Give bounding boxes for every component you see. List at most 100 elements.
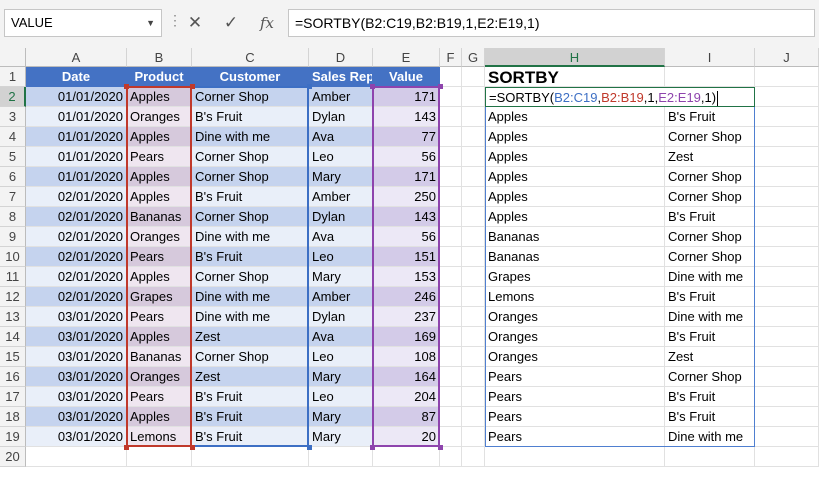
table-cell-product[interactable]: Apples bbox=[127, 167, 192, 187]
table-cell-date[interactable]: 02/01/2020 bbox=[26, 247, 127, 267]
empty-cell[interactable] bbox=[462, 307, 485, 327]
empty-cell[interactable] bbox=[26, 447, 127, 467]
table-cell-customer[interactable]: B's Fruit bbox=[192, 427, 309, 447]
empty-cell[interactable] bbox=[462, 127, 485, 147]
table-cell-date[interactable]: 01/01/2020 bbox=[26, 147, 127, 167]
table-cell-product[interactable]: Oranges bbox=[127, 227, 192, 247]
row-header-7[interactable]: 7 bbox=[0, 187, 26, 207]
range-resize-handle[interactable] bbox=[124, 445, 129, 450]
empty-cell[interactable] bbox=[440, 447, 462, 467]
table-cell-date[interactable]: 01/01/2020 bbox=[26, 127, 127, 147]
result-product-cell[interactable]: Apples bbox=[485, 147, 665, 167]
empty-cell[interactable] bbox=[462, 347, 485, 367]
table-cell-sales-rep[interactable]: Mary bbox=[309, 427, 373, 447]
empty-cell[interactable] bbox=[462, 227, 485, 247]
empty-cell[interactable] bbox=[462, 147, 485, 167]
empty-cell[interactable] bbox=[127, 447, 192, 467]
table-cell-product[interactable]: Pears bbox=[127, 387, 192, 407]
column-header-a[interactable]: A bbox=[26, 48, 127, 67]
result-product-cell[interactable]: Apples bbox=[485, 207, 665, 227]
row-header-20[interactable]: 20 bbox=[0, 447, 26, 467]
empty-cell[interactable] bbox=[192, 447, 309, 467]
table-cell-customer[interactable]: Corner Shop bbox=[192, 87, 309, 107]
empty-cell[interactable] bbox=[440, 267, 462, 287]
select-all-corner[interactable] bbox=[0, 48, 26, 67]
empty-cell[interactable] bbox=[462, 267, 485, 287]
result-product-cell[interactable]: Oranges bbox=[485, 327, 665, 347]
sortby-title[interactable]: SORTBY bbox=[485, 67, 665, 87]
empty-cell[interactable] bbox=[440, 167, 462, 187]
empty-cell[interactable] bbox=[755, 267, 819, 287]
active-formula-cell[interactable]: =SORTBY(B2:C19,B2:B19,1,E2:E19,1) bbox=[485, 87, 755, 107]
cancel-button[interactable]: ✕ bbox=[178, 9, 212, 37]
row-header-1[interactable]: 1 bbox=[0, 67, 26, 87]
table-cell-product[interactable]: Apples bbox=[127, 407, 192, 427]
row-header-9[interactable]: 9 bbox=[0, 227, 26, 247]
empty-cell[interactable] bbox=[462, 87, 485, 107]
result-customer-cell[interactable]: B's Fruit bbox=[665, 287, 755, 307]
empty-cell[interactable] bbox=[462, 407, 485, 427]
empty-cell[interactable] bbox=[440, 427, 462, 447]
range-resize-handle[interactable] bbox=[190, 84, 195, 89]
empty-cell[interactable] bbox=[755, 327, 819, 347]
column-header-h[interactable]: H bbox=[485, 48, 665, 67]
result-customer-cell[interactable]: B's Fruit bbox=[665, 107, 755, 127]
column-header-g[interactable]: G bbox=[462, 48, 485, 67]
empty-cell[interactable] bbox=[462, 247, 485, 267]
table-cell-sales-rep[interactable]: Leo bbox=[309, 147, 373, 167]
empty-cell[interactable] bbox=[665, 67, 755, 87]
range-resize-handle[interactable] bbox=[438, 84, 443, 89]
empty-cell[interactable] bbox=[440, 127, 462, 147]
empty-cell[interactable] bbox=[440, 407, 462, 427]
result-customer-cell[interactable]: Zest bbox=[665, 347, 755, 367]
result-customer-cell[interactable]: Dine with me bbox=[665, 307, 755, 327]
result-customer-cell[interactable]: B's Fruit bbox=[665, 407, 755, 427]
table-header-sales-rep[interactable]: Sales Rep bbox=[309, 67, 373, 87]
table-cell-sales-rep[interactable]: Mary bbox=[309, 407, 373, 427]
table-cell-sales-rep[interactable]: Ava bbox=[309, 327, 373, 347]
table-cell-customer[interactable]: Corner Shop bbox=[192, 347, 309, 367]
enter-button[interactable]: ✓ bbox=[214, 9, 248, 37]
empty-cell[interactable] bbox=[440, 107, 462, 127]
row-header-15[interactable]: 15 bbox=[0, 347, 26, 367]
result-product-cell[interactable]: Apples bbox=[485, 167, 665, 187]
empty-cell[interactable] bbox=[462, 107, 485, 127]
table-cell-value[interactable]: 171 bbox=[373, 87, 440, 107]
empty-cell[interactable] bbox=[440, 287, 462, 307]
table-cell-date[interactable]: 02/01/2020 bbox=[26, 267, 127, 287]
table-cell-date[interactable]: 03/01/2020 bbox=[26, 367, 127, 387]
table-cell-customer[interactable]: Dine with me bbox=[192, 227, 309, 247]
row-header-18[interactable]: 18 bbox=[0, 407, 26, 427]
result-customer-cell[interactable]: B's Fruit bbox=[665, 387, 755, 407]
empty-cell[interactable] bbox=[440, 367, 462, 387]
table-cell-date[interactable]: 02/01/2020 bbox=[26, 227, 127, 247]
table-cell-date[interactable]: 02/01/2020 bbox=[26, 187, 127, 207]
table-cell-sales-rep[interactable]: Dylan bbox=[309, 207, 373, 227]
column-header-b[interactable]: B bbox=[127, 48, 192, 67]
table-cell-product[interactable]: Pears bbox=[127, 247, 192, 267]
empty-cell[interactable] bbox=[755, 247, 819, 267]
table-cell-product[interactable]: Grapes bbox=[127, 287, 192, 307]
table-cell-product[interactable]: Lemons bbox=[127, 427, 192, 447]
table-cell-customer[interactable]: B's Fruit bbox=[192, 247, 309, 267]
table-cell-date[interactable]: 03/01/2020 bbox=[26, 387, 127, 407]
column-header-i[interactable]: I bbox=[665, 48, 755, 67]
table-cell-sales-rep[interactable]: Ava bbox=[309, 227, 373, 247]
column-header-j[interactable]: J bbox=[755, 48, 819, 67]
table-cell-product[interactable]: Apples bbox=[127, 267, 192, 287]
table-cell-sales-rep[interactable]: Leo bbox=[309, 347, 373, 367]
table-cell-date[interactable]: 03/01/2020 bbox=[26, 427, 127, 447]
empty-cell[interactable] bbox=[755, 287, 819, 307]
table-cell-sales-rep[interactable]: Mary bbox=[309, 367, 373, 387]
table-cell-value[interactable]: 246 bbox=[373, 287, 440, 307]
result-product-cell[interactable]: Apples bbox=[485, 127, 665, 147]
empty-cell[interactable] bbox=[440, 67, 462, 87]
table-cell-customer[interactable]: Corner Shop bbox=[192, 207, 309, 227]
table-header-customer[interactable]: Customer bbox=[192, 67, 309, 87]
result-product-cell[interactable]: Oranges bbox=[485, 307, 665, 327]
table-cell-value[interactable]: 151 bbox=[373, 247, 440, 267]
table-cell-customer[interactable]: Corner Shop bbox=[192, 147, 309, 167]
empty-cell[interactable] bbox=[440, 147, 462, 167]
table-cell-date[interactable]: 02/01/2020 bbox=[26, 207, 127, 227]
formula-input[interactable]: =SORTBY(B2:C19,B2:B19,1,E2:E19,1) bbox=[288, 9, 815, 37]
